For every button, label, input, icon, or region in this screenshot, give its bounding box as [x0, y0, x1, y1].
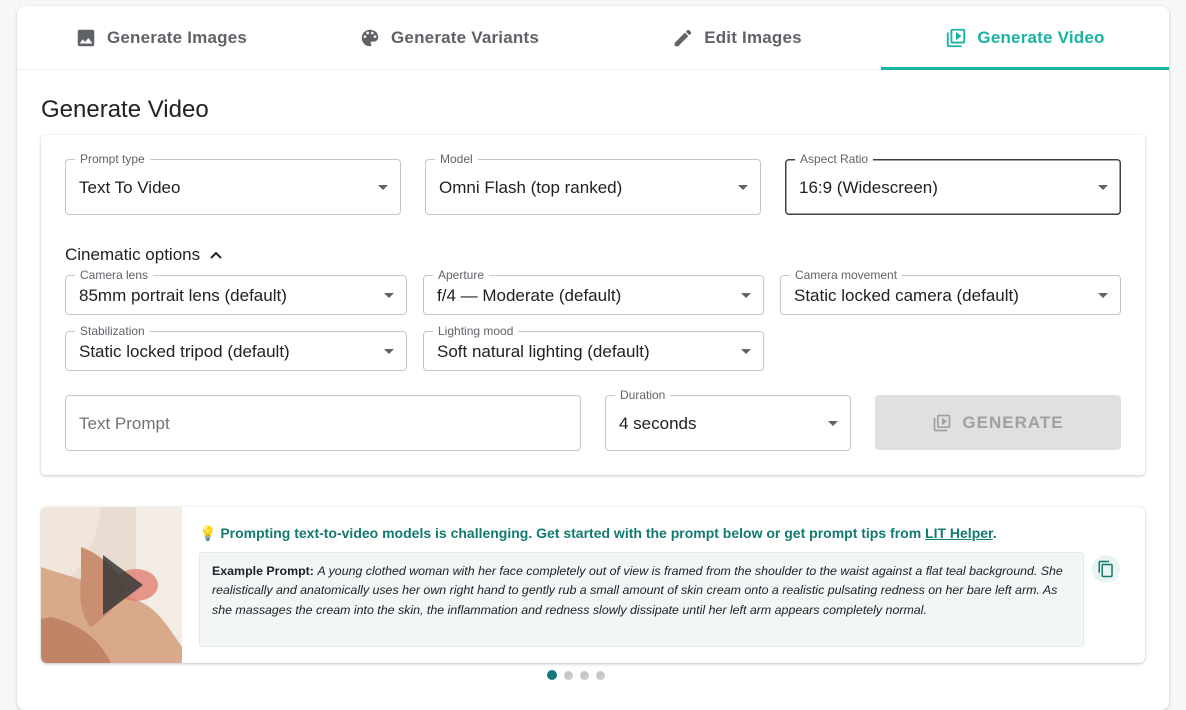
- tab-edit-images[interactable]: Edit Images: [593, 6, 881, 70]
- chevron-down-icon: [378, 185, 388, 190]
- page-title: Generate Video: [41, 96, 209, 123]
- aspect-ratio-value: 16:9 (Widescreen): [799, 178, 938, 197]
- prompt-type-label: Prompt type: [75, 152, 150, 166]
- video-library-icon: [947, 28, 966, 48]
- carousel-dot[interactable]: [547, 670, 557, 680]
- chevron-down-icon: [741, 349, 751, 354]
- aperture-value: f/4 — Moderate (default): [437, 286, 622, 305]
- model-select[interactable]: Model Omni Flash (top ranked): [425, 152, 761, 215]
- aperture-select[interactable]: Aperture f/4 — Moderate (default): [423, 268, 764, 315]
- tab-generate-images[interactable]: Generate Images: [17, 6, 305, 70]
- duration-value: 4 seconds: [619, 414, 697, 433]
- camera-movement-value: Static locked camera (default): [794, 286, 1019, 305]
- chevron-down-icon: [1098, 185, 1108, 190]
- duration-label: Duration: [615, 388, 671, 402]
- form-card: Prompt type Text To Video Model Omni Fla…: [41, 135, 1145, 475]
- carousel-dot[interactable]: [596, 670, 605, 680]
- stabilization-select[interactable]: Stabilization Static locked tripod (defa…: [65, 324, 407, 371]
- text-prompt-input[interactable]: Text Prompt: [65, 395, 581, 451]
- aspect-ratio-select[interactable]: Aspect Ratio 16:9 (Widescreen): [785, 152, 1121, 215]
- text-prompt-placeholder: Text Prompt: [79, 414, 170, 433]
- example-prompt-label: Example Prompt:: [212, 564, 314, 578]
- carousel-dot[interactable]: [580, 670, 589, 680]
- chevron-down-icon: [738, 185, 748, 190]
- tab-bar: Generate Images Generate Variants Edit I…: [17, 6, 1169, 70]
- prompt-type-select[interactable]: Prompt type Text To Video: [65, 152, 401, 215]
- tip-heading-suffix: .: [992, 525, 997, 541]
- generate-button-label: GENERATE: [962, 412, 1064, 432]
- cinematic-options-label: Cinematic options: [65, 245, 201, 264]
- camera-movement-label: Camera movement: [790, 268, 903, 282]
- lightbulb-icon: 💡: [199, 525, 217, 541]
- cinematic-options-toggle[interactable]: Cinematic options: [65, 245, 224, 265]
- lighting-mood-value: Soft natural lighting (default): [437, 342, 650, 361]
- lighting-mood-select[interactable]: Lighting mood Soft natural lighting (def…: [423, 324, 764, 371]
- aperture-label: Aperture: [433, 268, 490, 282]
- example-prompt-text: A young clothed woman with her face comp…: [212, 564, 1063, 617]
- pencil-icon: [674, 29, 692, 47]
- camera-lens-select[interactable]: Camera lens 85mm portrait lens (default): [65, 268, 407, 315]
- tab-label: Generate Variants: [391, 28, 539, 47]
- tab-label: Generate Images: [106, 28, 247, 47]
- lit-helper-link[interactable]: LIT Helper: [925, 525, 993, 541]
- carousel-dots: [547, 670, 605, 680]
- camera-lens-label: Camera lens: [75, 268, 154, 282]
- generate-button[interactable]: GENERATE: [875, 395, 1121, 450]
- copy-prompt-button[interactable]: [1092, 555, 1120, 583]
- main-card: Generate Images Generate Variants Edit I…: [17, 6, 1169, 710]
- chevron-down-icon: [741, 293, 751, 298]
- chevron-down-icon: [1098, 293, 1108, 298]
- example-video-thumbnail[interactable]: [41, 507, 182, 663]
- stabilization-label: Stabilization: [75, 324, 150, 338]
- prompt-type-value: Text To Video: [79, 178, 181, 197]
- chevron-down-icon: [384, 293, 394, 298]
- chevron-down-icon: [828, 421, 838, 426]
- palette-icon: [361, 29, 379, 47]
- tab-generate-video[interactable]: Generate Video: [881, 6, 1169, 70]
- carousel-dot[interactable]: [564, 670, 573, 680]
- model-value: Omni Flash (top ranked): [439, 178, 623, 197]
- play-icon: [103, 555, 143, 615]
- active-tab-indicator: [881, 67, 1169, 70]
- camera-movement-select[interactable]: Camera movement Static locked camera (de…: [780, 268, 1121, 315]
- chevron-down-icon: [384, 349, 394, 354]
- stabilization-value: Static locked tripod (default): [79, 342, 290, 361]
- camera-lens-value: 85mm portrait lens (default): [79, 286, 287, 305]
- image-icon: [77, 29, 95, 47]
- copy-icon: [1098, 560, 1113, 578]
- example-prompt-box: Example Prompt: A young clothed woman wi…: [199, 552, 1084, 647]
- video-library-icon: [934, 414, 951, 431]
- lighting-mood-label: Lighting mood: [433, 324, 519, 338]
- tab-label: Edit Images: [704, 28, 802, 47]
- tip-heading: 💡 Prompting text-to-video models is chal…: [199, 525, 997, 542]
- tab-label: Generate Video: [977, 28, 1105, 47]
- model-label: Model: [435, 152, 478, 166]
- chevron-up-icon: [210, 251, 222, 259]
- tip-heading-text: Prompting text-to-video models is challe…: [220, 525, 926, 541]
- tab-generate-variants[interactable]: Generate Variants: [305, 6, 593, 70]
- prompt-tip-card: 💡 Prompting text-to-video models is chal…: [41, 507, 1145, 663]
- aspect-ratio-label: Aspect Ratio: [795, 152, 874, 166]
- duration-select[interactable]: Duration 4 seconds: [605, 388, 851, 451]
